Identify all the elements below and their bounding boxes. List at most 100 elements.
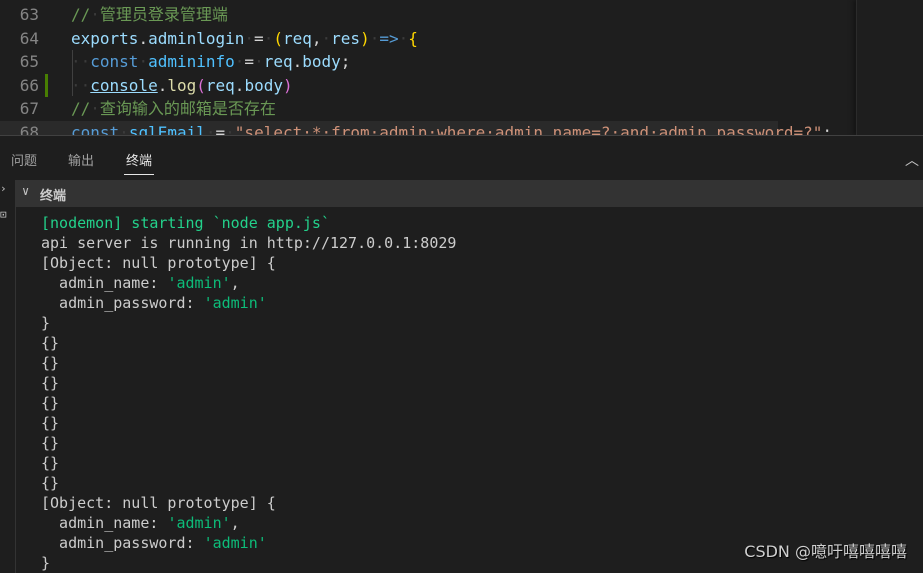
terminal-text: 'admin' xyxy=(167,274,231,292)
terminal-line: [Object: null prototype] { xyxy=(41,253,456,273)
terminal-text: {} xyxy=(41,354,60,372)
code-line[interactable]: 64 exports.adminlogin·=·(req,·res)·=>·{ xyxy=(0,27,856,50)
code-token: 管理员登录管理端 xyxy=(99,5,228,24)
chevron-right-icon[interactable]: › xyxy=(0,182,7,195)
terminal-text: {} xyxy=(41,474,60,492)
code-line[interactable]: 68 const·sqlEmail·=·"select·*·from·admin·… xyxy=(0,120,832,135)
code-token: req xyxy=(205,75,235,95)
terminal-line: } xyxy=(41,313,456,333)
code-token: · xyxy=(244,28,255,48)
code-token: . xyxy=(234,75,245,95)
code-text: ··const·admininfo·=·req.body; xyxy=(71,50,350,73)
terminal-text: {} xyxy=(41,394,60,412)
line-number: 63 xyxy=(19,5,39,24)
terminal-text: admin_password: xyxy=(41,534,204,552)
code-token: ·· xyxy=(71,75,91,95)
line-number: 65 xyxy=(19,52,39,71)
code-editor[interactable]: 68 const·sqlEmail·=·"select·*·from·admin·… xyxy=(0,0,923,135)
code-token: · xyxy=(225,122,235,136)
terminal-text: } xyxy=(41,314,51,332)
code-token: body xyxy=(302,52,341,71)
chevron-down-icon[interactable]: ∨ xyxy=(22,184,29,198)
terminal-line: admin_password: 'admin' xyxy=(41,533,456,553)
terminal-line: {} xyxy=(41,373,456,393)
code-text: exports.adminlogin·=·(req,·res)·=>·{ xyxy=(71,27,418,50)
terminal-section-header[interactable]: ∨ 终端 xyxy=(16,180,923,207)
code-token: ; xyxy=(340,52,351,71)
terminal-text: 'admin' xyxy=(167,514,231,532)
code-token: "select·*·from·admin·where·admin_name=?·… xyxy=(234,122,823,136)
line-number: 67 xyxy=(19,99,39,118)
terminal-line: {} xyxy=(41,353,456,373)
terminal-line: api server is running in http://127.0.0.… xyxy=(41,233,456,253)
terminal-line: admin_name: 'admin', xyxy=(41,273,456,293)
code-token: ·· xyxy=(71,52,91,71)
terminal-text: , xyxy=(230,274,240,292)
terminal-text: {} xyxy=(41,454,60,472)
terminal-text: [nodemon] starting `node app.js` xyxy=(41,214,330,232)
watermark: CSDN @噫吁嘻嘻嘻嘻 xyxy=(744,542,907,561)
bottom-panel: 问题 输出 终端 ︿ › ⊡ ∨ 终端 [nodemon] starting `… xyxy=(0,135,923,573)
terminal-text: {} xyxy=(41,434,60,452)
terminal-text: admin_name: xyxy=(41,274,168,292)
terminal-text: [Object: null prototype] { xyxy=(41,494,276,512)
terminal-side-strip: › ⊡ xyxy=(0,180,16,573)
code-token: · xyxy=(263,28,274,48)
code-token: 查询输入的邮箱是否存在 xyxy=(99,99,276,118)
code-token: req xyxy=(263,52,293,71)
code-token: const xyxy=(71,122,120,136)
terminal-text: api server is running in http://127.0.0.… xyxy=(41,234,457,252)
terminal-line: {} xyxy=(41,473,456,493)
code-token: req xyxy=(282,28,312,48)
code-token: const xyxy=(90,52,139,71)
code-token: ( xyxy=(196,75,206,95)
chevron-up-icon[interactable]: ︿ xyxy=(905,150,919,169)
code-line[interactable]: 67 //·查询输入的邮箱是否存在 xyxy=(0,97,856,120)
tab-terminal[interactable]: 终端 xyxy=(123,150,155,175)
code-line[interactable]: 63 //·管理员登录管理端 xyxy=(0,3,856,26)
code-token: , xyxy=(311,28,322,48)
code-text: const·sqlEmail·=·"select·*·from·admin·wh… xyxy=(71,121,832,136)
panel-tabs: 问题 输出 终端 ︿ xyxy=(0,136,923,180)
code-token: sqlEmail xyxy=(128,122,206,136)
code-token: · xyxy=(90,99,100,118)
code-token: . xyxy=(138,28,149,48)
code-token: adminlogin xyxy=(148,28,245,48)
tab-problems[interactable]: 问题 xyxy=(11,150,37,169)
code-token: => xyxy=(379,28,399,48)
code-token: ( xyxy=(273,28,283,48)
code-token: ; xyxy=(822,122,833,136)
terminal-line: {} xyxy=(41,413,456,433)
code-line[interactable]: 66 ··console.log(req.body) xyxy=(0,73,856,97)
terminal-icon[interactable]: ⊡ xyxy=(0,208,7,221)
code-text: ··console.log(req.body) xyxy=(71,74,293,97)
code-line[interactable]: 65 ··const·admininfo·=·req.body; xyxy=(0,50,856,73)
terminal-text: {} xyxy=(41,374,60,392)
code-token: // xyxy=(71,5,91,24)
terminal-line: admin_password: 'admin' xyxy=(41,293,456,313)
code-token: ) xyxy=(282,75,293,95)
terminal-text: , xyxy=(230,514,240,532)
terminal-output[interactable]: [nodemon] starting `node app.js` api serv… xyxy=(41,213,456,573)
code-token: · xyxy=(398,28,409,48)
terminal-text: admin_password: xyxy=(41,294,204,312)
code-token: · xyxy=(369,28,380,48)
terminal-line: {} xyxy=(41,393,456,413)
terminal-text: 'admin' xyxy=(203,294,267,312)
terminal-line: [Object: null prototype] { xyxy=(41,493,456,513)
code-token: = xyxy=(215,122,226,136)
code-token: res xyxy=(331,28,361,48)
terminal-title: 终端 xyxy=(40,189,67,204)
modified-line-marker xyxy=(45,73,48,97)
terminal-line: {} xyxy=(41,453,456,473)
code-token: exports xyxy=(71,28,139,48)
terminal-text: admin_name: xyxy=(41,514,168,532)
tab-output[interactable]: 输出 xyxy=(68,150,94,169)
terminal-text: [Object: null prototype] { xyxy=(41,254,276,272)
terminal-text: {} xyxy=(41,414,60,432)
indent-guide xyxy=(72,50,73,96)
terminal-text: 'admin' xyxy=(203,534,267,552)
code-token: { xyxy=(408,28,418,48)
code-token: · xyxy=(119,122,129,136)
minimap[interactable] xyxy=(856,0,923,135)
